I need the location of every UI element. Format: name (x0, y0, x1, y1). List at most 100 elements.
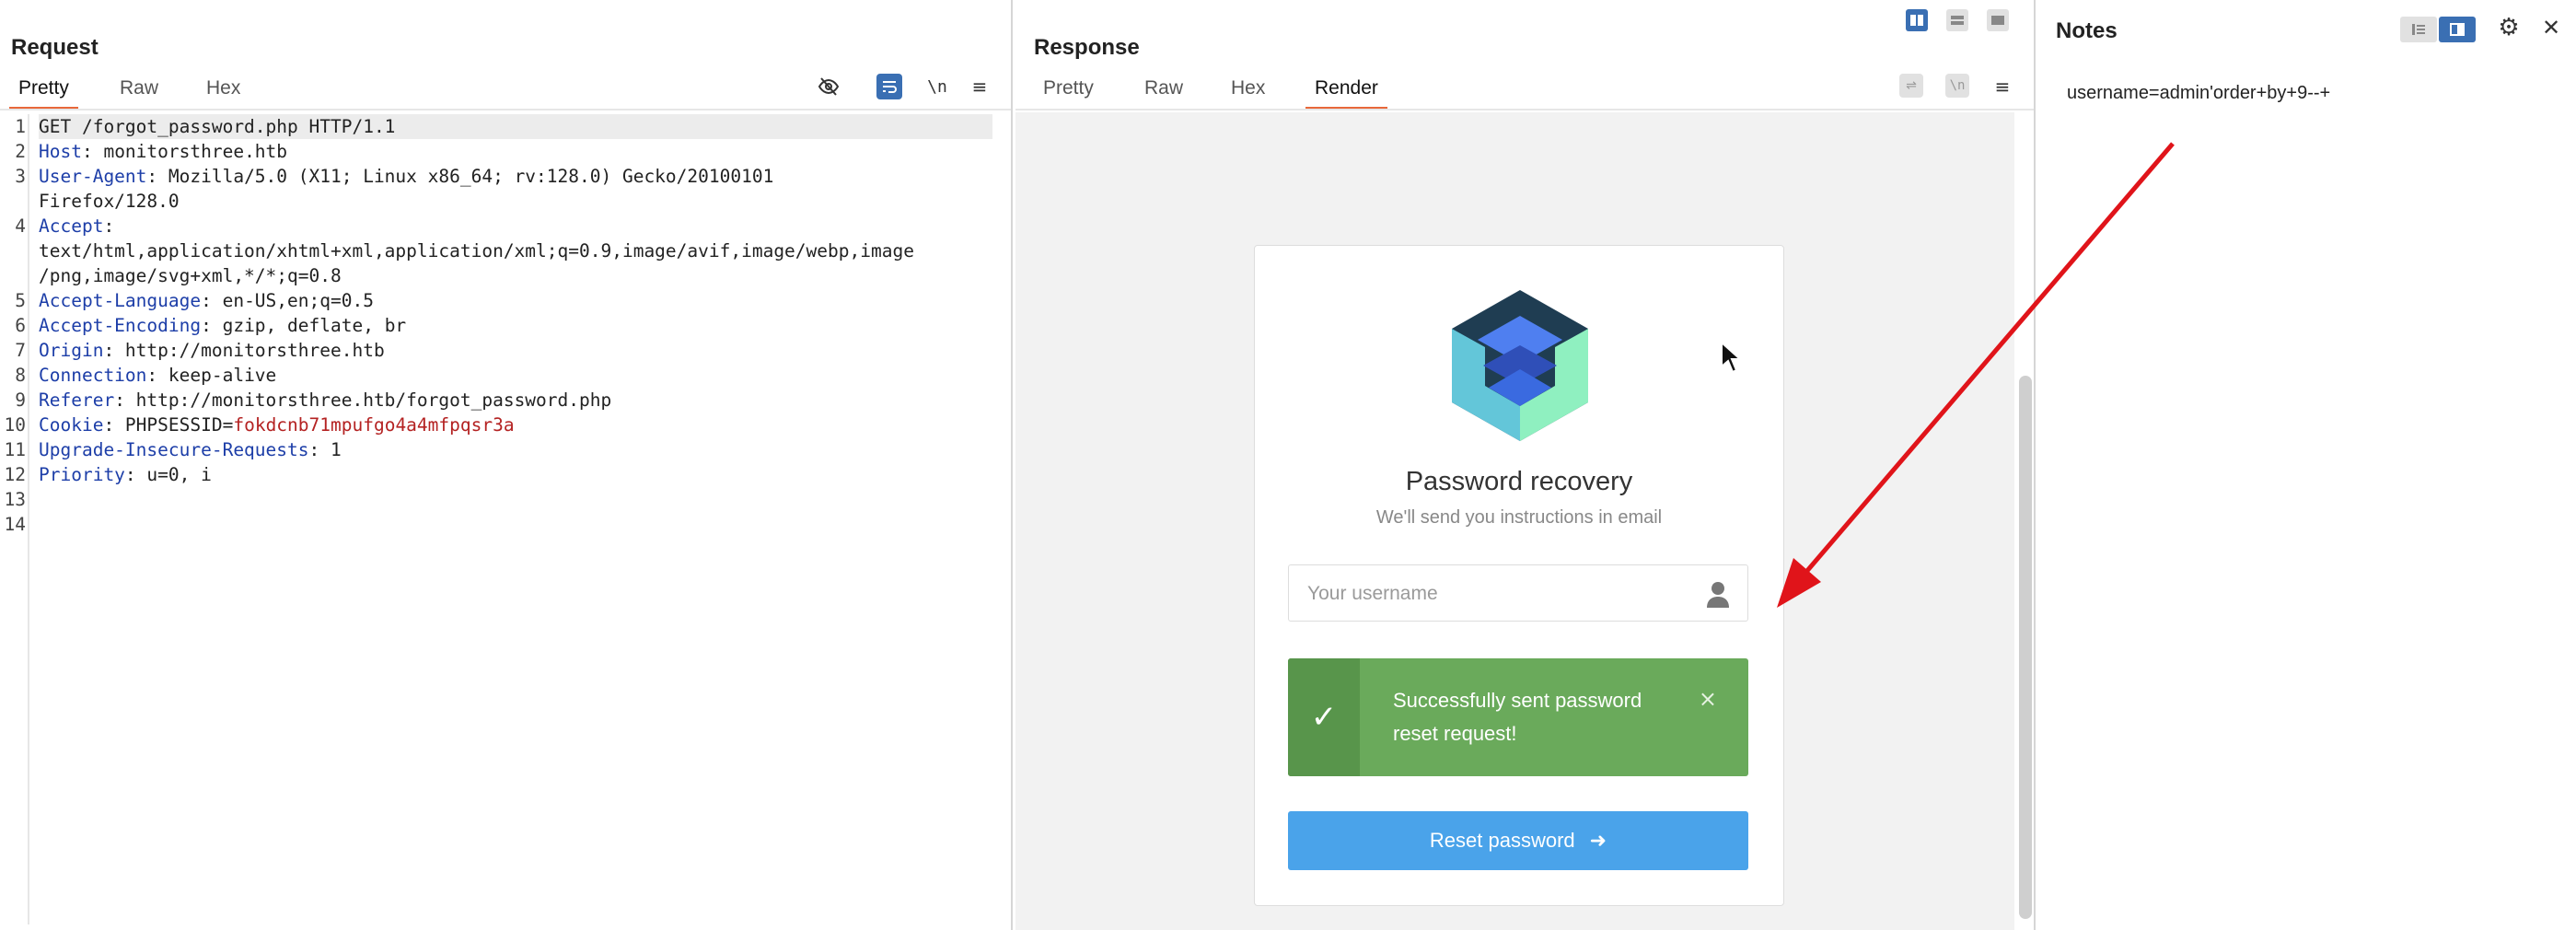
header-value: : 1 (308, 439, 342, 460)
header-value: : PHPSESSID= (103, 414, 234, 436)
settings-gear-icon[interactable]: ⚙ (2496, 14, 2522, 41)
code-line[interactable]: text/html,application/xhtml+xml,applicat… (39, 238, 914, 263)
notes-content[interactable]: username=admin'order+by+9--+ (2067, 83, 2330, 104)
request-tab-pretty[interactable]: Pretty (9, 74, 78, 110)
hamburger-menu-icon[interactable]: ≡ (1990, 74, 2015, 99)
header-value: /png,image/svg+xml,*/*;q=0.8 (39, 265, 342, 286)
reset-password-label: Reset password (1429, 829, 1575, 852)
reset-password-button[interactable]: Reset password ➜ (1288, 811, 1748, 870)
request-tab-hex[interactable]: Hex (197, 74, 249, 107)
mouse-cursor-icon (1721, 341, 1743, 374)
line-number-gutter: 1 2 3 4 5 6 7 8 9 10 11 12 13 14 (0, 114, 29, 924)
code-line[interactable]: GET /forgot_password.php HTTP/1.1 (39, 114, 992, 139)
code-line[interactable]: Accept: (39, 214, 114, 238)
layout-tabs-icon[interactable] (1987, 9, 2009, 31)
header-value: : monitorsthree.htb (81, 141, 288, 162)
notes-split-view-icon[interactable] (2439, 17, 2476, 42)
header-name: Origin (39, 340, 104, 361)
layout-stacked-icon[interactable] (1946, 9, 1968, 31)
request-tab-raw[interactable]: Raw (110, 74, 168, 107)
response-tab-divider (1015, 109, 2034, 110)
header-name: Referer (39, 389, 115, 411)
alert-message: Successfully sent password reset request… (1393, 689, 1642, 745)
header-name: Host (39, 141, 82, 162)
username-input[interactable] (1305, 578, 1696, 610)
header-value: : http://monitorsthree.htb (103, 340, 385, 361)
newline-toggle[interactable]: \n (924, 74, 950, 99)
line-number (0, 238, 28, 263)
code-line[interactable]: Upgrade-Insecure-Requests: 1 (39, 437, 342, 462)
line-number: 8 (15, 365, 26, 386)
line-number: 7 (15, 340, 26, 361)
line-number (0, 263, 28, 288)
header-value: : en-US,en;q=0.5 (201, 290, 374, 311)
line-number: 4 (15, 215, 26, 237)
username-field[interactable] (1288, 564, 1748, 622)
response-tab-pretty[interactable]: Pretty (1034, 74, 1103, 107)
wrap-lines-icon[interactable] (876, 74, 902, 99)
layout-side-by-side-icon[interactable] (1906, 9, 1928, 31)
header-name: Cookie (39, 414, 104, 436)
request-panel: Request Pretty Raw Hex \n ≡ 1 2 3 4 5 6 7 8 9 10 1… (0, 0, 1013, 930)
line-number: 9 (15, 389, 26, 411)
code-line[interactable]: Accept-Encoding: gzip, deflate, br (39, 313, 406, 338)
code-line[interactable]: Accept-Language: en-US,en;q=0.5 (39, 288, 374, 313)
header-value: text/html,application/xhtml+xml,applicat… (39, 240, 914, 262)
code-line[interactable]: /png,image/svg+xml,*/*;q=0.8 (39, 263, 342, 288)
notes-panel: Notes ⚙ ✕ username=admin'order+by+9--+ (2037, 0, 2576, 930)
request-editor[interactable]: 1 2 3 4 5 6 7 8 9 10 11 12 13 14 GET /forgot_password… (0, 114, 1011, 924)
check-icon: ✓ (1288, 658, 1360, 776)
request-title: Request (11, 35, 99, 60)
hamburger-menu-icon[interactable]: ≡ (967, 74, 992, 99)
code-line[interactable]: Origin: http://monitorsthree.htb (39, 338, 385, 363)
monitors-logo (1452, 290, 1588, 441)
eye-off-icon[interactable] (816, 74, 841, 99)
header-value: : u=0, i (124, 464, 212, 485)
line-number: 13 (4, 489, 26, 510)
response-tab-render[interactable]: Render (1305, 74, 1387, 110)
header-name: Connection (39, 365, 147, 386)
notes-list-view-icon[interactable] (2400, 17, 2437, 42)
header-name: Accept-Encoding (39, 315, 202, 336)
line-number: 5 (15, 290, 26, 311)
header-value: GET /forgot_password.php HTTP/1.1 (39, 116, 396, 137)
header-name: User-Agent (39, 166, 147, 187)
line-number: 2 (15, 141, 26, 162)
header-value: : Mozilla/5.0 (X11; Linux x86_64; rv:128… (146, 166, 774, 187)
line-number: 10 (4, 414, 26, 436)
card-title: Password recovery (1405, 467, 1633, 496)
arrow-right-icon: ➜ (1589, 829, 1607, 852)
line-number: 12 (4, 464, 26, 485)
line-number: 14 (4, 514, 26, 535)
response-title: Response (1034, 35, 1140, 60)
code-line[interactable]: Referer: http://monitorsthree.htb/forgot… (39, 388, 611, 413)
header-value: Firefox/128.0 (39, 191, 180, 212)
header-value: : http://monitorsthree.htb/forgot_passwo… (114, 389, 612, 411)
code-line[interactable]: Host: monitorsthree.htb (39, 139, 287, 164)
code-line[interactable]: Priority: u=0, i (39, 462, 212, 487)
wrap-lines-icon[interactable]: ⇌ (1899, 74, 1923, 98)
header-value: : (103, 215, 115, 237)
line-number: 3 (15, 166, 26, 187)
response-tab-raw[interactable]: Raw (1135, 74, 1192, 107)
line-number: 11 (4, 439, 26, 460)
request-tab-divider (0, 109, 1011, 110)
newline-toggle[interactable]: \n (1945, 74, 1969, 98)
line-number: 6 (15, 315, 26, 336)
header-name: Priority (39, 464, 125, 485)
render-scrollbar[interactable] (2019, 376, 2032, 919)
header-value: : gzip, deflate, br (201, 315, 407, 336)
card-subtitle: We'll send you instructions in email (1375, 507, 1663, 528)
close-icon[interactable]: × (1699, 686, 1717, 712)
header-name: Accept-Language (39, 290, 202, 311)
code-line[interactable]: Connection: keep-alive (39, 363, 276, 388)
cookie-value: fokdcnb71mpufgo4a4mfpqsr3a (233, 414, 515, 436)
close-icon[interactable]: ✕ (2538, 15, 2564, 41)
code-line[interactable]: Firefox/128.0 (39, 189, 180, 214)
code-line[interactable]: Cookie: PHPSESSID=fokdcnb71mpufgo4a4mfpq… (39, 413, 515, 437)
code-line[interactable]: User-Agent: Mozilla/5.0 (X11; Linux x86_… (39, 164, 773, 189)
user-icon (1707, 582, 1729, 608)
line-number: 1 (15, 116, 26, 137)
notes-title: Notes (2056, 18, 2118, 43)
response-tab-hex[interactable]: Hex (1222, 74, 1274, 107)
